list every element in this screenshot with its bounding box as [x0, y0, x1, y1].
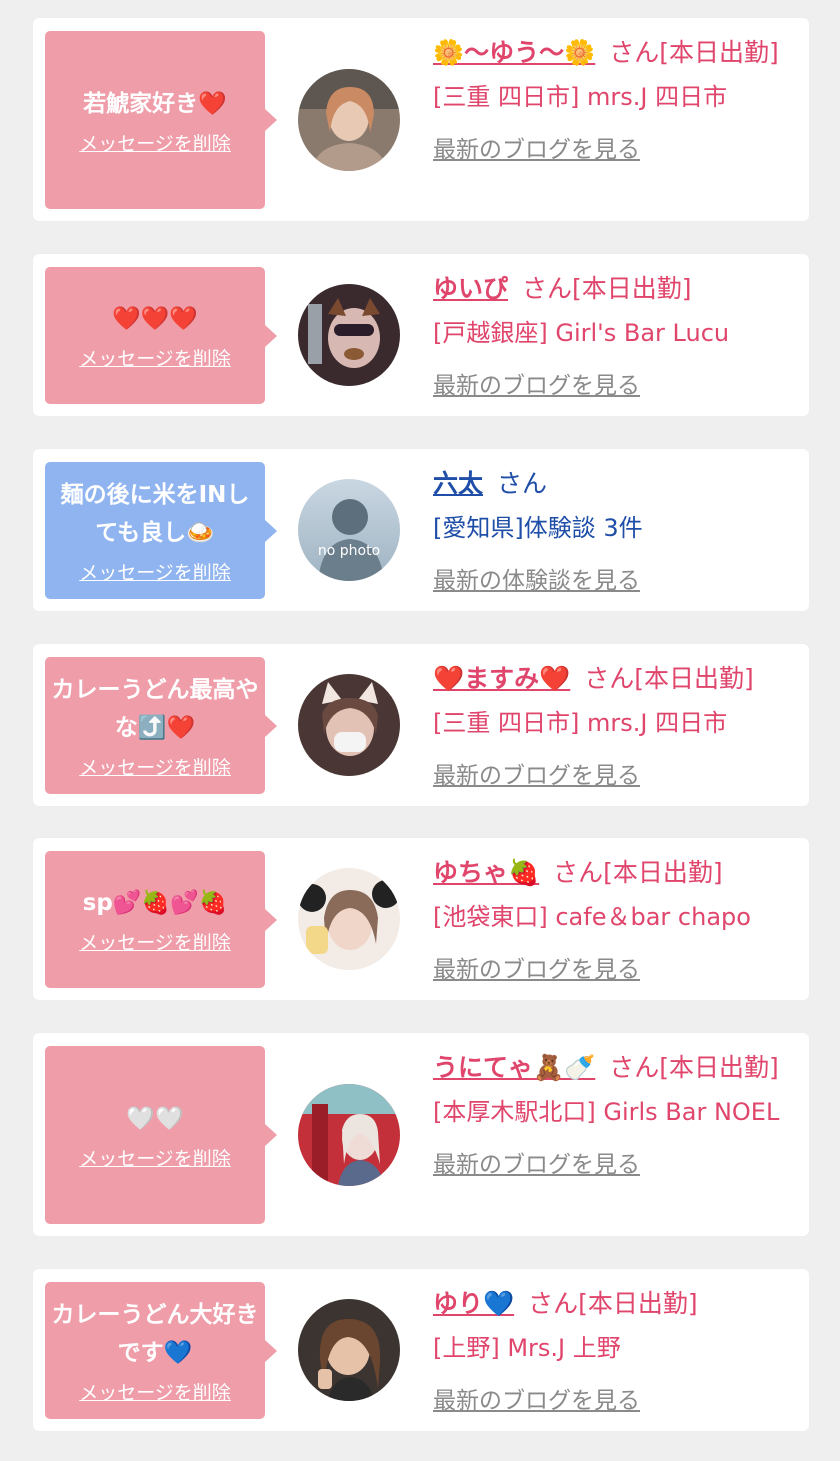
message-card: ❤️❤️❤️ メッセージを削除 ゆいぴ さん[本日出勤] [戸越銀座] Girl'… — [33, 254, 809, 416]
latest-blog-link[interactable]: 最新のブログを見る — [433, 1145, 640, 1179]
person-photo-icon — [298, 674, 400, 776]
latest-review-link[interactable]: 最新の体験談を見る — [433, 561, 640, 595]
delete-message-link[interactable]: メッセージを削除 — [79, 1144, 231, 1171]
user-name-link[interactable]: ゆいぴ — [433, 274, 508, 303]
user-info: ゆり💙 さん[本日出勤] [上野] Mrs.J 上野 最新のブログを見る — [433, 1283, 791, 1415]
person-photo-icon — [298, 1084, 400, 1186]
avatar[interactable]: no photo — [298, 479, 400, 581]
message-card: 若鯱家好き❤️ メッセージを削除 🌼〜ゆう〜🌼 さん[本日出勤] [三重 四日市]… — [33, 18, 809, 221]
user-info: うにてゃ🧸🍼 さん[本日出勤] [本厚木駅北口] Girls Bar NOEL 最… — [433, 1047, 791, 1179]
shop-label: [三重 四日市] mrs.J 四日市 — [433, 83, 728, 111]
shop-label: [戸越銀座] Girl's Bar Lucu — [433, 319, 730, 347]
person-photo-icon — [298, 69, 400, 171]
message-bubble: 麺の後に米をINしても良し🍛 メッセージを削除 — [45, 462, 277, 599]
message-card: sp💕🍓💕🍓 メッセージを削除 ゆちゃ🍓 さん[本日出勤] [池袋東口] cafe… — [33, 838, 809, 1000]
message-bubble: カレーうどん大好きです💙 メッセージを削除 — [45, 1282, 277, 1419]
user-info: 六太 さん [愛知県]体験談 3件 最新の体験談を見る — [433, 463, 791, 595]
avatar[interactable] — [298, 1084, 400, 1186]
user-name-link[interactable]: うにてゃ🧸🍼 — [433, 1053, 595, 1082]
user-name-link[interactable]: 🌼〜ゆう〜🌼 — [433, 38, 595, 67]
shop-label: [池袋東口] cafe＆bar chapo — [433, 903, 751, 931]
message-bubble: 若鯱家好き❤️ メッセージを削除 — [45, 31, 277, 209]
no-photo-label: no photo — [317, 543, 381, 559]
experience-count-label: [愛知県]体験談 3件 — [433, 514, 643, 542]
message-card: 🤍🤍 メッセージを削除 うにてゃ🧸🍼 さん[本日出勤] [本厚木駅北口] Girl… — [33, 1033, 809, 1236]
no-photo-silhouette-icon — [298, 479, 400, 581]
message-text: 麺の後に米をINしても良し🍛 — [60, 482, 250, 546]
avatar[interactable] — [298, 674, 400, 776]
person-photo-icon — [298, 284, 400, 386]
message-card: 麺の後に米をINしても良し🍛 メッセージを削除 no photo 六太 さん [… — [33, 449, 809, 611]
latest-blog-link[interactable]: 最新のブログを見る — [433, 366, 640, 400]
delete-message-link[interactable]: メッセージを削除 — [79, 129, 231, 156]
delete-message-link[interactable]: メッセージを削除 — [79, 928, 231, 955]
message-card: カレーうどん最高やな⤴️❤️ メッセージを削除 ❤️ますみ❤️ さん[本日出勤] … — [33, 644, 809, 806]
honorific-status: さん[本日出勤] — [609, 1053, 779, 1082]
latest-blog-link[interactable]: 最新のブログを見る — [433, 950, 640, 984]
message-text: ❤️❤️❤️ — [112, 306, 198, 332]
message-card: カレーうどん大好きです💙 メッセージを削除 ゆり💙 さん[本日出勤] [上野] M… — [33, 1269, 809, 1431]
delete-message-link[interactable]: メッセージを削除 — [79, 1378, 231, 1405]
person-photo-icon — [298, 868, 400, 970]
honorific-status: さん[本日出勤] — [522, 274, 692, 303]
delete-message-link[interactable]: メッセージを削除 — [79, 344, 231, 371]
message-text: カレーうどん最高やな⤴️❤️ — [51, 677, 259, 741]
latest-blog-link[interactable]: 最新のブログを見る — [433, 1381, 640, 1415]
message-bubble: カレーうどん最高やな⤴️❤️ メッセージを削除 — [45, 657, 277, 794]
user-name-link[interactable]: 六太 — [433, 469, 483, 498]
user-info: ゆちゃ🍓 さん[本日出勤] [池袋東口] cafe＆bar chapo 最新のブロ… — [433, 852, 791, 984]
message-text: 🤍🤍 — [126, 1105, 184, 1132]
user-info: 🌼〜ゆう〜🌼 さん[本日出勤] [三重 四日市] mrs.J 四日市 最新のブログ… — [433, 32, 791, 164]
message-bubble: sp💕🍓💕🍓 メッセージを削除 — [45, 851, 277, 988]
latest-blog-link[interactable]: 最新のブログを見る — [433, 130, 640, 164]
shop-label: [三重 四日市] mrs.J 四日市 — [433, 709, 728, 737]
avatar[interactable] — [298, 1299, 400, 1401]
avatar[interactable] — [298, 284, 400, 386]
honorific-status: さん[本日出勤] — [528, 1289, 698, 1318]
honorific-status: さん[本日出勤] — [609, 38, 779, 67]
message-text: sp💕🍓💕🍓 — [82, 890, 228, 916]
message-bubble: 🤍🤍 メッセージを削除 — [45, 1046, 277, 1224]
user-info: ❤️ますみ❤️ さん[本日出勤] [三重 四日市] mrs.J 四日市 最新のブロ… — [433, 658, 791, 790]
honorific-status: さん[本日出勤] — [553, 858, 723, 887]
honorific-status: さん — [497, 469, 548, 498]
shop-label: [本厚木駅北口] Girls Bar NOEL — [433, 1098, 780, 1126]
person-photo-icon — [298, 1299, 400, 1401]
user-name-link[interactable]: ゆちゃ🍓 — [433, 858, 539, 887]
delete-message-link[interactable]: メッセージを削除 — [79, 753, 231, 780]
user-name-link[interactable]: ❤️ますみ❤️ — [433, 664, 570, 693]
message-bubble: ❤️❤️❤️ メッセージを削除 — [45, 267, 277, 404]
message-text: カレーうどん大好きです💙 — [51, 1302, 259, 1366]
shop-label: [上野] Mrs.J 上野 — [433, 1334, 621, 1362]
user-name-link[interactable]: ゆり💙 — [433, 1289, 514, 1318]
latest-blog-link[interactable]: 最新のブログを見る — [433, 756, 640, 790]
avatar[interactable] — [298, 69, 400, 171]
message-text: 若鯱家好き❤️ — [83, 90, 227, 117]
delete-message-link[interactable]: メッセージを削除 — [79, 558, 231, 585]
user-info: ゆいぴ さん[本日出勤] [戸越銀座] Girl's Bar Lucu 最新のブロ… — [433, 268, 791, 400]
honorific-status: さん[本日出勤] — [584, 664, 754, 693]
avatar[interactable] — [298, 868, 400, 970]
